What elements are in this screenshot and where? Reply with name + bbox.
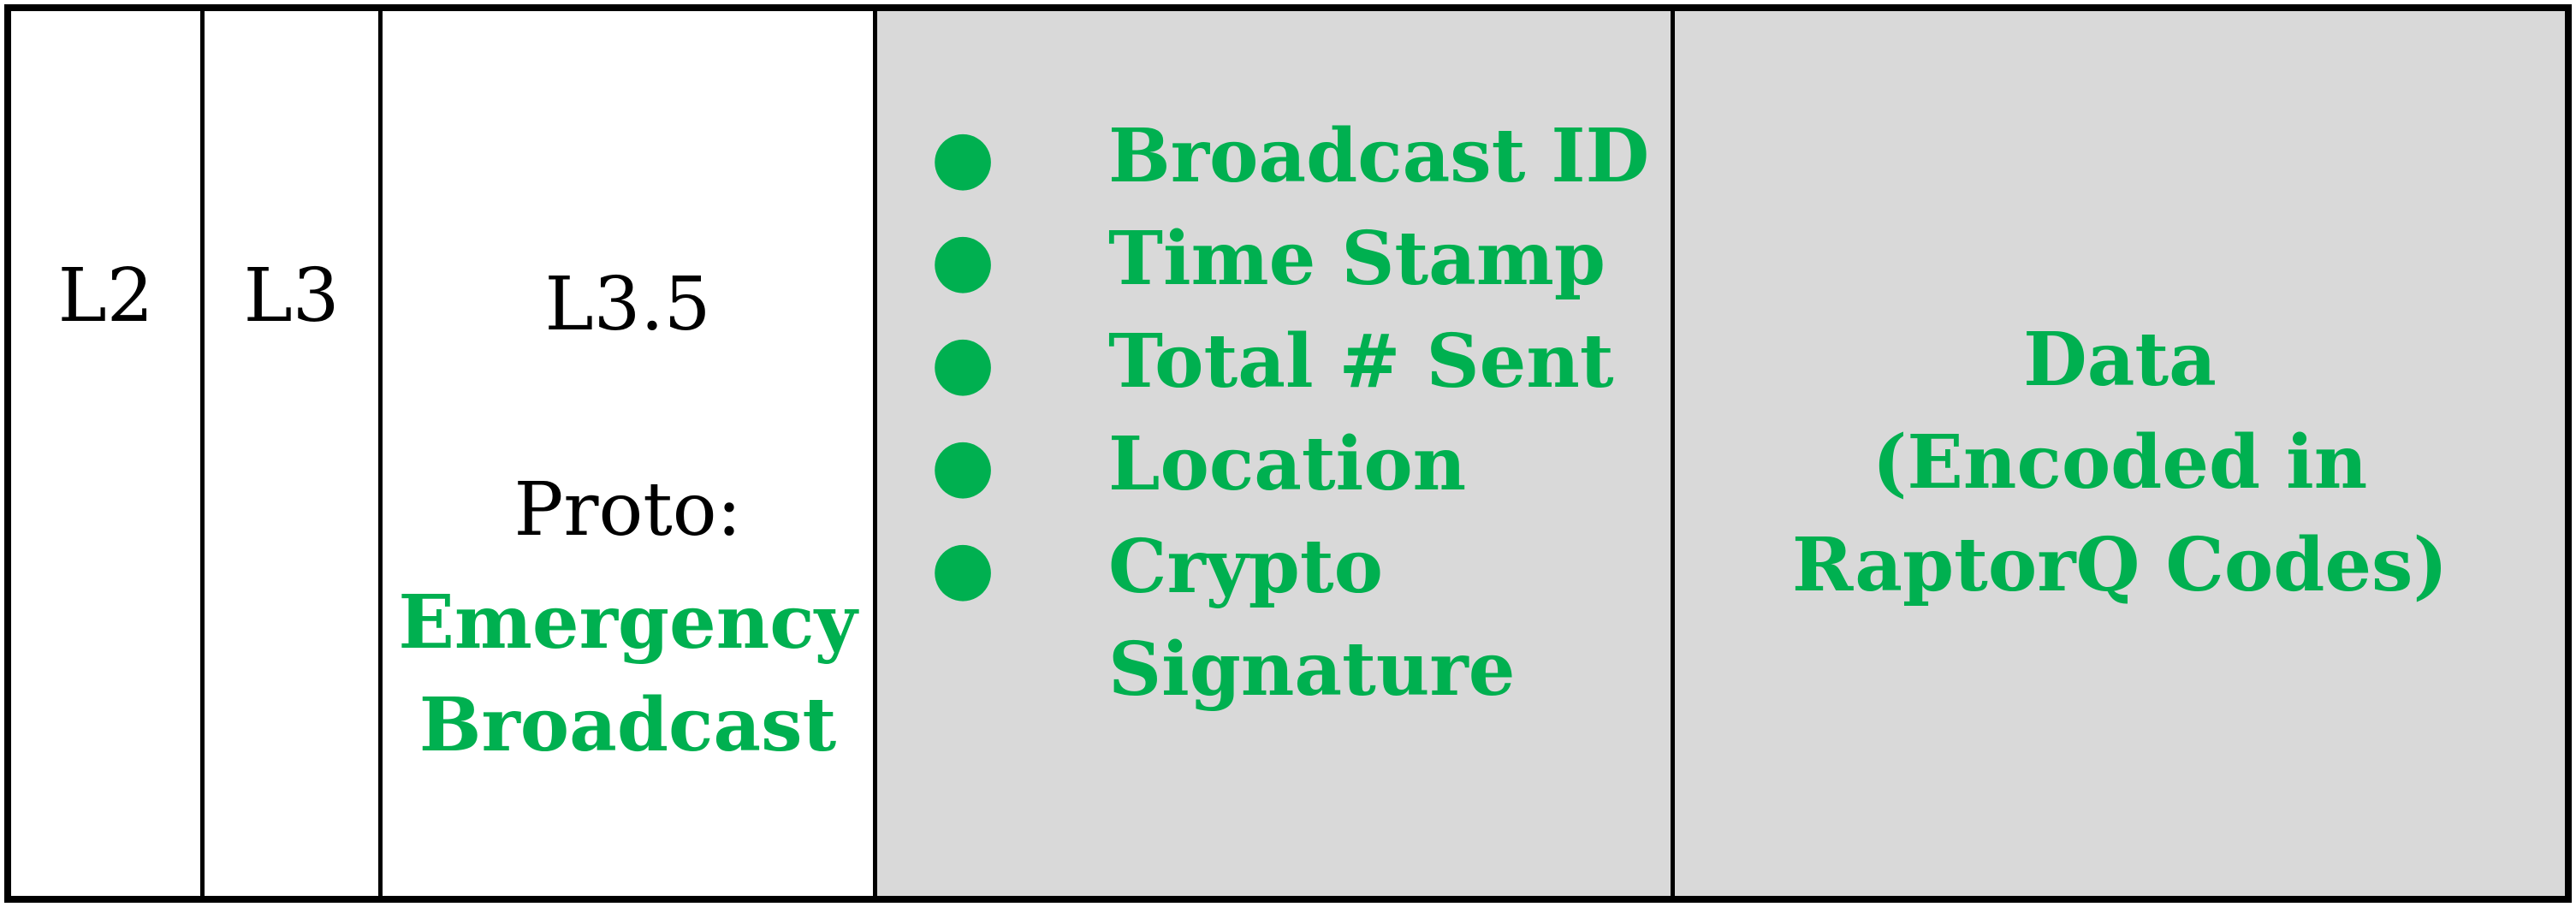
list-item: ● Location: [929, 413, 1649, 516]
bullet-icon: ●: [930, 421, 995, 507]
list-item: ● Broadcast ID: [929, 105, 1649, 208]
payload-line1: Data: [2023, 317, 2217, 403]
proto-value-line1: Emergency: [398, 579, 858, 666]
proto-label: Proto:: [513, 467, 742, 553]
l2-label: L2: [57, 253, 154, 339]
proto-value: Emergency Broadcast: [383, 572, 873, 777]
bullet-icon: ●: [930, 113, 995, 199]
proto-value-line2: Broadcast: [418, 682, 837, 768]
cell-l2: L2: [11, 11, 205, 896]
bullet-icon: ●: [930, 524, 995, 610]
field-label: Broadcast ID: [1108, 113, 1650, 199]
payload-line2: (Encoded in: [1872, 419, 2368, 506]
payload-text: Data (Encoded in RaptorQ Codes): [1675, 309, 2565, 617]
field-label: Location: [1108, 421, 1467, 507]
field-label-continuation: Signature: [1108, 626, 1516, 713]
list-item: ● Time Stamp: [929, 208, 1649, 311]
header-field-list: ● Broadcast ID ● Time Stamp ● Total # Se…: [929, 105, 1649, 721]
bullet-icon: ●: [930, 216, 995, 302]
l3-label: L3: [243, 253, 340, 339]
payload-line3: RaptorQ Codes): [1791, 522, 2448, 608]
l35-label: L3.5: [544, 262, 711, 347]
packet-diagram: L2 L3 L3.5 Proto: Emergency Broadcast ● …: [4, 4, 2572, 903]
field-label: Total # Sent: [1108, 318, 1614, 405]
cell-l3: L3: [205, 11, 383, 896]
field-label: Crypto: [1108, 524, 1383, 610]
list-item: ● Total # Sent: [929, 311, 1649, 413]
field-label: Time Stamp: [1108, 216, 1606, 302]
cell-l35: L3.5 Proto: Emergency Broadcast: [383, 11, 877, 896]
cell-payload: Data (Encoded in RaptorQ Codes): [1675, 11, 2565, 896]
bullet-icon: ●: [930, 318, 995, 405]
cell-header-fields: ● Broadcast ID ● Time Stamp ● Total # Se…: [877, 11, 1675, 896]
list-item: ● Crypto Signature: [929, 516, 1649, 721]
